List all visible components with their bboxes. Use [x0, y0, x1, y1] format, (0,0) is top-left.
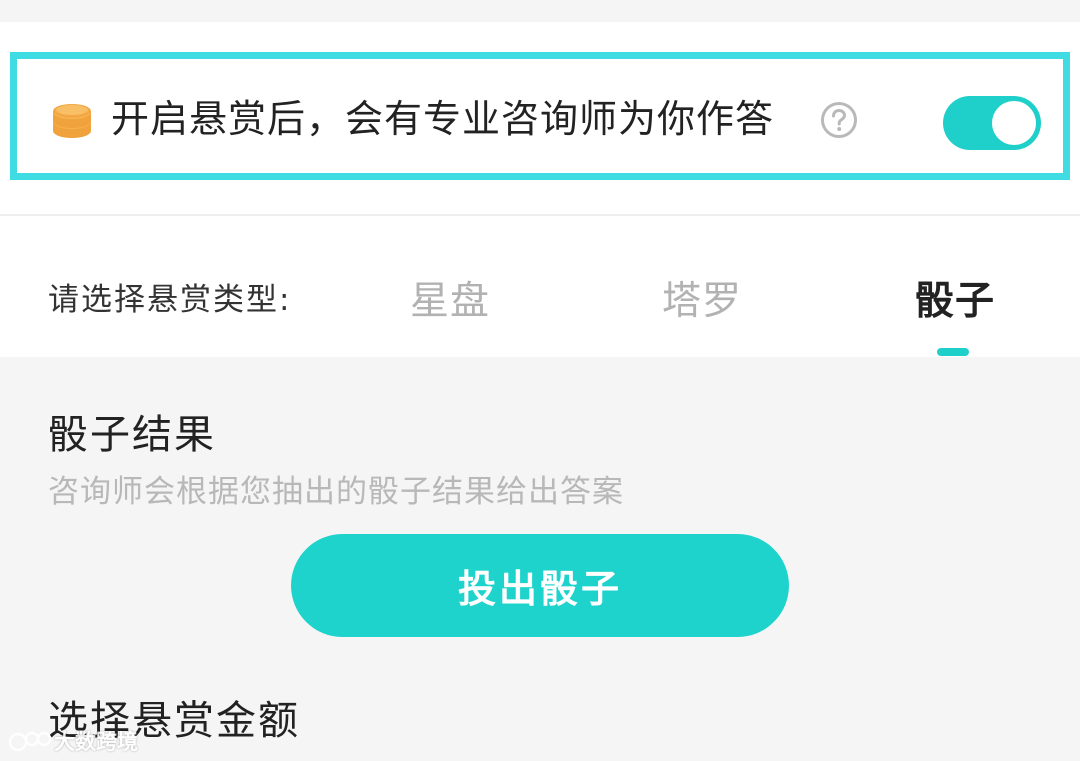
bounty-toggle-row: 开启悬赏后，会有专业咨询师为你作答: [10, 52, 1070, 180]
top-strip: [0, 0, 1080, 22]
reward-type-label: 请选择悬赏类型:: [48, 282, 292, 318]
divider: [0, 214, 1080, 216]
watermark-text: 大数跨境: [54, 730, 138, 754]
roll-dice-button[interactable]: 投出骰子: [291, 534, 789, 637]
tab-tarot[interactable]: 塔罗: [662, 270, 742, 326]
dice-result-description: 咨询师会根据您抽出的骰子结果给出答案: [48, 474, 624, 510]
bounty-description: 开启悬赏后，会有专业咨询师为你作答: [111, 97, 775, 141]
question-circle-icon[interactable]: [820, 101, 858, 139]
watermark: 大数跨境: [8, 726, 138, 756]
dice-result-title: 骰子结果: [48, 412, 216, 458]
active-tab-indicator: [937, 348, 969, 356]
bounty-toggle-switch[interactable]: [943, 96, 1041, 150]
reward-question-screen: 开启悬赏后，会有专业咨询师为你作答 请选择悬赏类型: 星盘 塔罗 骰子 骰子结果…: [0, 0, 1080, 761]
toggle-knob[interactable]: [992, 101, 1036, 145]
tab-dice[interactable]: 骰子: [915, 270, 995, 326]
watermark-logo-icon: [8, 731, 52, 752]
coin-stack-icon: [53, 104, 91, 138]
tab-astrolabe[interactable]: 星盘: [410, 270, 490, 326]
